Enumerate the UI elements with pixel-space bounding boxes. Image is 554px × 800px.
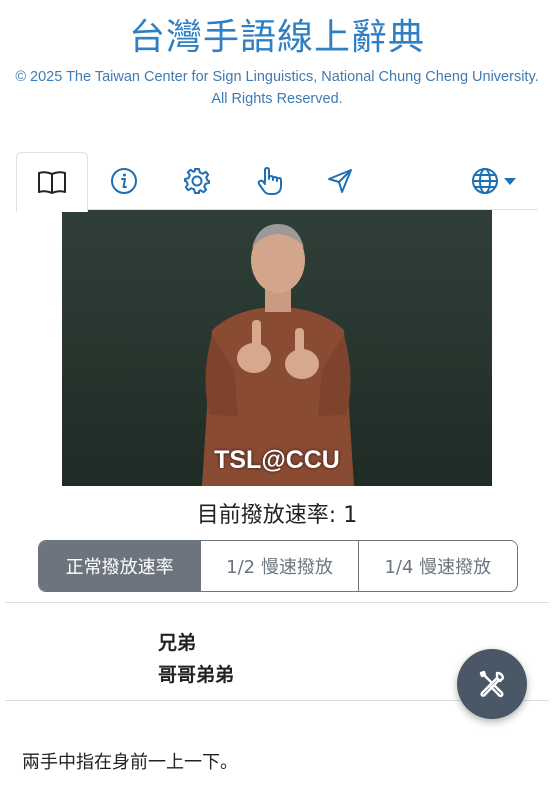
tab-dictionary[interactable] (16, 152, 88, 212)
tools-button[interactable] (457, 649, 527, 719)
tab-send[interactable] (305, 152, 375, 209)
tab-bar (0, 150, 554, 212)
video-watermark: TSL@CCU (214, 446, 340, 474)
tab-handshape[interactable] (235, 152, 305, 209)
speed-normal-button[interactable]: 正常撥放速率 (39, 541, 201, 591)
site-title: 台灣手語線上辭典 (128, 17, 425, 58)
sign-description: 兩手中指在身前一上一下。 (22, 752, 238, 773)
section-divider (5, 602, 549, 603)
signer-video-frame (202, 224, 354, 486)
caret-down-icon (504, 177, 516, 185)
tab-info[interactable] (89, 152, 159, 209)
playback-speed-group: 正常撥放速率 1/2 慢速撥放 1/4 慢速撥放 (38, 540, 518, 592)
book-icon (38, 171, 66, 194)
hand-pointer-icon (257, 166, 282, 195)
copyright-notice: © 2025 The Taiwan Center for Sign Lingui… (15, 69, 539, 107)
tab-settings[interactable] (162, 152, 232, 209)
speed-quarter-button[interactable]: 1/4 慢速撥放 (357, 541, 517, 591)
tools-icon (479, 670, 505, 698)
entry-word: 兄弟 (158, 632, 197, 654)
send-icon (328, 168, 352, 193)
entry-word: 哥哥弟弟 (158, 664, 235, 686)
globe-icon (472, 167, 498, 194)
sign-video-player[interactable]: TSL@CCU (62, 210, 492, 486)
language-menu[interactable] (464, 152, 524, 209)
gear-icon (184, 167, 210, 194)
speed-half-button[interactable]: 1/2 慢速撥放 (200, 541, 358, 591)
playback-speed-label: 目前撥放速率: 1 (196, 503, 358, 528)
info-icon (111, 167, 137, 194)
